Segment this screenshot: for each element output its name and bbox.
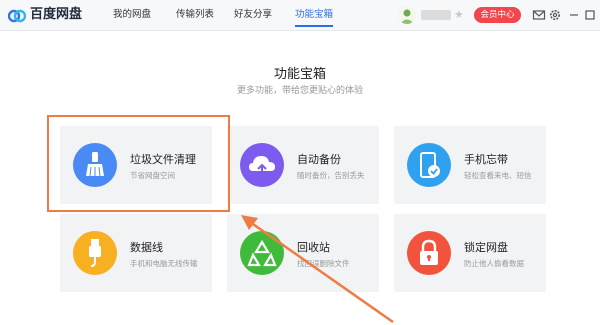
mail-icon[interactable] [532,8,546,22]
tool-card-lock-disk[interactable]: 锁定网盘 防止他人偷看数据 [394,214,546,292]
star-icon: ★ [454,8,464,21]
lock-icon [407,231,451,275]
highlight-box [47,115,230,212]
nav-transfer-list[interactable]: 传输列表 [176,0,214,30]
maximize-icon[interactable] [583,8,597,22]
nav-my-disk[interactable]: 我的网盘 [113,0,151,30]
avatar-icon [400,9,414,24]
tool-desc: 轻松查看来电、短信 [464,171,532,180]
tool-desc: 手机和电脑无线传输 [130,259,198,268]
top-bar: 百度网盘 我的网盘 传输列表 好友分享 功能宝箱 ★ 会员中心 [0,0,600,31]
nav-friend-share[interactable]: 好友分享 [234,0,272,30]
cloud-upload-icon [240,143,284,187]
avatar[interactable] [398,6,416,24]
page-subtitle: 更多功能，带给您更贴心的体验 [236,86,363,96]
member-center-button[interactable]: 会员中心 [474,7,521,23]
tool-title: 回收站 [297,241,330,254]
tool-card-recycle-bin[interactable]: 回收站 找回误删除文件 [227,214,379,292]
baidu-netdisk-logo-icon[interactable] [8,6,26,24]
tool-title: 自动备份 [297,153,341,166]
nav-toolbox[interactable]: 功能宝箱 [295,0,334,30]
username-redacted[interactable] [421,10,451,20]
tool-card-data-cable[interactable]: 数据线 手机和电脑无线传输 [60,214,212,292]
tool-title: 锁定网盘 [464,241,508,254]
usb-cable-icon [73,231,117,275]
tool-card-phone-forgotten[interactable]: 手机忘带 轻松查看来电、短信 [394,126,546,204]
phone-check-icon [407,143,451,187]
app-name: 百度网盘 [30,7,83,22]
minimize-icon[interactable] [567,8,581,22]
tool-card-auto-backup[interactable]: 自动备份 随时备份，告别丢失 [227,126,379,204]
tool-title: 手机忘带 [464,153,508,166]
gear-icon[interactable] [548,8,562,22]
tool-title: 数据线 [130,241,163,254]
tool-desc: 防止他人偷看数据 [464,259,524,268]
tool-desc: 找回误删除文件 [297,259,350,268]
page-title: 功能宝箱 [273,67,326,82]
tool-desc: 随时备份，告别丢失 [297,171,365,180]
recycle-icon [240,231,284,275]
